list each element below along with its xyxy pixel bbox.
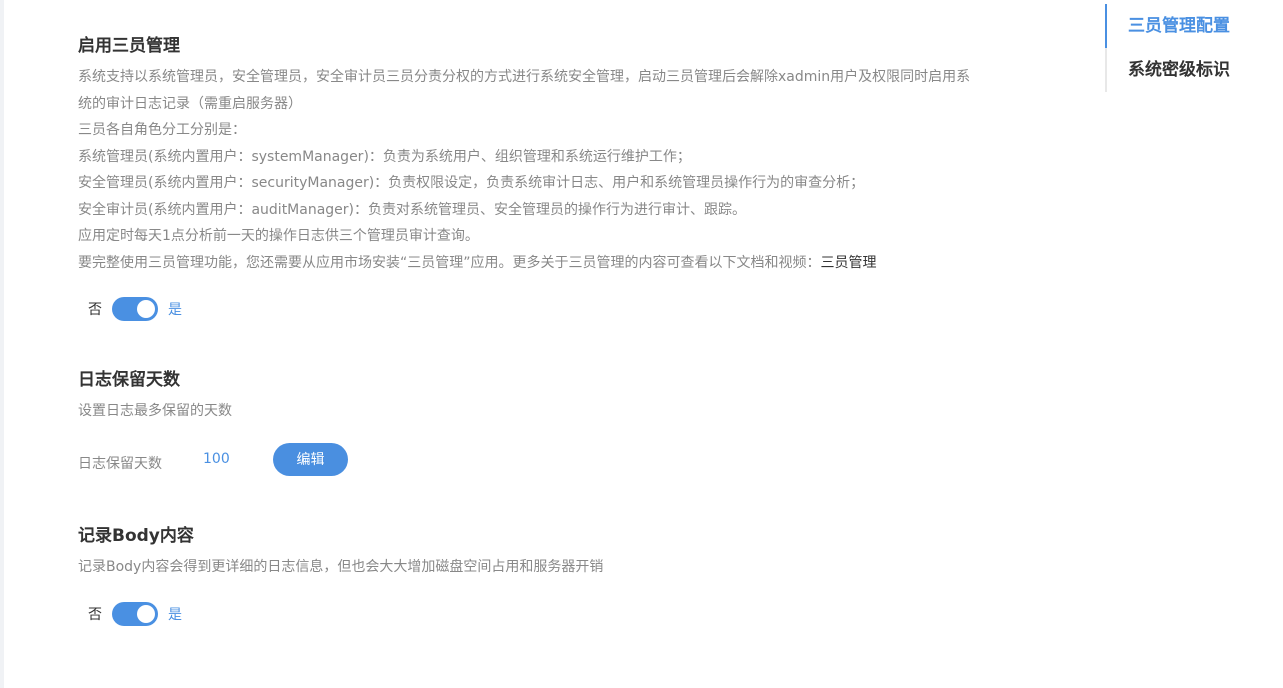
three-admins-switch-row: 否 是 <box>88 297 182 321</box>
settings-page: 启用三员管理 系统支持以系统管理员，安全管理员，安全审计员三员分责分权的方式进行… <box>0 0 1283 688</box>
toggle-knob <box>137 300 155 318</box>
log-retention-field-label: 日志保留天数 <box>78 456 162 472</box>
record-body-switch-row: 否 是 <box>88 602 182 626</box>
three-admins-toggle[interactable] <box>112 297 158 321</box>
record-body-title: 记录Body内容 <box>78 526 194 546</box>
anchor-item-security-classification[interactable]: 系统密级标识 <box>1107 48 1277 92</box>
anchor-item-three-admins-config[interactable]: 三员管理配置 <box>1105 4 1277 48</box>
edit-button[interactable]: 编辑 <box>273 442 348 476</box>
log-retention-field-row: 日志保留天数 100 编辑 <box>78 442 348 476</box>
switch-on-label: 是 <box>168 607 182 623</box>
description-line: 要完整使用三员管理功能，您还需要从应用市场安装“三员管理”应用。更多关于三员管理… <box>78 254 821 271</box>
description-line: 安全审计员(系统内置用户：auditManager)：负责对系统管理员、安全管理… <box>78 201 747 218</box>
description-line: 系统支持以系统管理员，安全管理员，安全审计员三员分责分权的方式进行系统安全管理，… <box>78 69 971 85</box>
three-admins-doc-link[interactable]: 三员管理 <box>821 255 877 271</box>
log-retention-description: 设置日志最多保留的天数 <box>78 403 232 419</box>
description-line: 安全管理员(系统内置用户：securityManager)：负责权限设定，负责系… <box>78 175 865 191</box>
record-body-description: 记录Body内容会得到更详细的日志信息，但也会大大增加磁盘空间占用和服务器开销 <box>78 559 604 575</box>
log-retention-value: 100 <box>203 451 230 467</box>
description-line: 三员各自角色分工分别是： <box>78 122 246 138</box>
three-admins-title: 启用三员管理 <box>78 36 180 56</box>
switch-off-label: 否 <box>88 607 102 623</box>
three-admins-description: 系统支持以系统管理员，安全管理员，安全审计员三员分责分权的方式进行系统安全管理，… <box>78 64 1068 276</box>
switch-on-label: 是 <box>168 302 182 318</box>
toggle-knob <box>137 605 155 623</box>
switch-off-label: 否 <box>88 302 102 318</box>
left-edge-border <box>0 0 4 688</box>
record-body-toggle[interactable] <box>112 602 158 626</box>
description-line: 应用定时每天1点分析前一天的操作日志供三个管理员审计查询。 <box>78 228 479 244</box>
anchor-nav: 三员管理配置 系统密级标识 <box>1105 4 1277 92</box>
description-line-with-link: 要完整使用三员管理功能，您还需要从应用市场安装“三员管理”应用。更多关于三员管理… <box>78 250 1068 277</box>
description-line: 系统管理员(系统内置用户：systemManager)：负责为系统用户、组织管理… <box>78 148 691 165</box>
log-retention-title: 日志保留天数 <box>78 370 180 390</box>
description-line: 统的审计日志记录（需重启服务器） <box>78 95 302 112</box>
